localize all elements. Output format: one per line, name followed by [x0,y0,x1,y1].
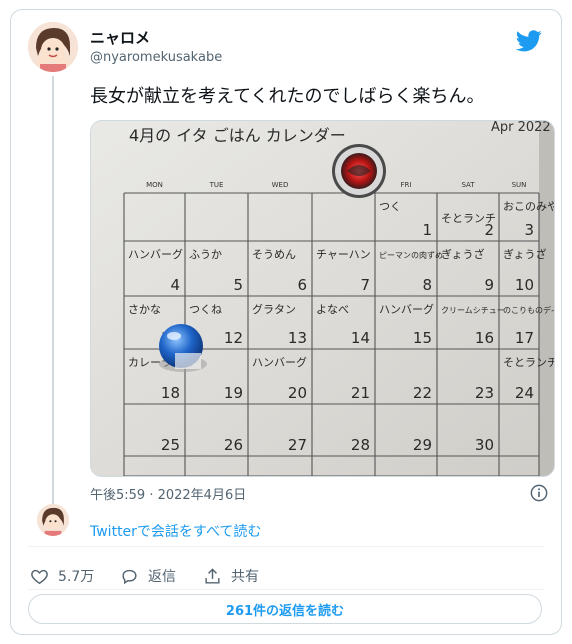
calendar-date: 6 [297,276,307,294]
calendar-date: 20 [288,384,307,402]
calendar-date: 15 [413,329,432,347]
calendar-date: 12 [224,329,243,347]
thread-connector-line [52,76,54,508]
calendar-date: 27 [288,436,307,454]
calendar-date: 21 [351,384,370,402]
menu-entry: ハンバーグ [252,355,307,369]
reply-icon [122,569,137,584]
info-icon[interactable] [530,484,548,502]
calendar-date: 13 [288,329,307,347]
calendar-date: 18 [161,384,180,402]
calendar-date: 19 [224,384,243,402]
menu-entry: チャーハン [316,248,371,261]
divider-top [28,546,544,547]
menu-entry: のこりものディナー [503,305,554,315]
divider-bottom [28,589,544,590]
calendar-date: 23 [475,384,494,402]
author-handle[interactable]: @nyaromekusakabe [90,50,222,65]
calendar-date: 7 [360,276,370,294]
share-button[interactable]: 共有 [203,565,259,587]
menu-entry: つくね [189,303,222,316]
reply-label: 返信 [148,569,176,585]
calendar-date: 30 [475,436,494,454]
author-avatar[interactable] [28,22,78,72]
share-label: 共有 [231,569,259,585]
menu-entry: ぎょうざ [441,247,484,261]
calendar-date: 8 [422,276,432,294]
menu-entry: おこのみやき [503,200,554,213]
weekday-label: WED [272,181,289,189]
menu-entry: クリームシチュー [441,306,505,315]
weekday-label: MON [146,181,163,189]
tweet-text: 長女が献立を考えてくれたのでしばらく楽ちん。 [90,86,485,107]
menu-entry: ピーマンの肉ずめ [379,250,443,260]
calendar-date: 9 [484,276,494,294]
calendar-photo: 4月の イタ ごはん カレンダー Apr 2022 MONTUEWEDTHUFR… [91,121,554,476]
weekday-label: SAT [461,181,475,189]
menu-entry: よなべ [316,303,349,316]
tweet-card: ニャロメ @nyaromekusakabe 長女が献立を考えてくれたのでしばらく… [10,9,562,635]
calendar-date: 16 [475,329,494,347]
weekday-label: TUE [209,181,224,189]
calendar-date: 17 [515,329,534,347]
calendar-corner-text: Apr 2022 [491,121,551,135]
calendar-date: 10 [515,276,534,294]
read-conversation-link[interactable]: Twitterで会話をすべて読む [90,521,261,541]
author-display-name[interactable]: ニャロメ [90,27,150,48]
calendar-date: 1 [422,221,432,239]
heart-icon [31,569,48,584]
menu-entry: そとランチ [503,356,554,369]
calendar-date: 3 [524,221,534,239]
calendar-date: 14 [351,329,370,347]
calendar-date: 5 [233,276,243,294]
weekday-label: FRI [401,181,412,189]
menu-entry: さかな [128,303,161,316]
menu-entry: グラタン [252,302,296,316]
read-replies-button[interactable]: 261件の返信を読む [28,594,542,624]
menu-entry: ハンバーグ [379,302,434,316]
reply-button[interactable]: 返信 [120,565,176,587]
share-icon [205,567,220,584]
calendar-date: 26 [224,436,243,454]
menu-entry: ぎょうざ [503,247,546,261]
tweet-photo[interactable]: 4月の イタ ごはん カレンダー Apr 2022 MONTUEWEDTHUFR… [90,120,555,477]
menu-entry: ハンバーグ [128,247,183,261]
like-button[interactable]: 5.7万 [30,565,94,587]
calendar-date: 25 [161,436,180,454]
like-count: 5.7万 [58,569,95,585]
calendar-header: 4月の イタ ごはん カレンダー [129,126,346,145]
calendar-date: 24 [515,384,534,402]
twitter-bird-icon[interactable] [515,30,542,52]
menu-entry: そとランチ [441,212,496,225]
calendar-date: 22 [413,384,432,402]
tweet-timestamp[interactable]: 午後5:59 · 2022年4月6日 [90,484,246,503]
calendar-date: 28 [351,436,370,454]
thread-avatar[interactable] [37,504,69,536]
menu-entry: そうめん [252,248,296,261]
red-magnet [332,144,386,198]
calendar-date: 4 [170,276,180,294]
menu-entry: つく [379,200,401,213]
menu-entry: ふうか [189,248,222,261]
calendar-date: 29 [413,436,432,454]
weekday-label: SUN [512,181,527,189]
